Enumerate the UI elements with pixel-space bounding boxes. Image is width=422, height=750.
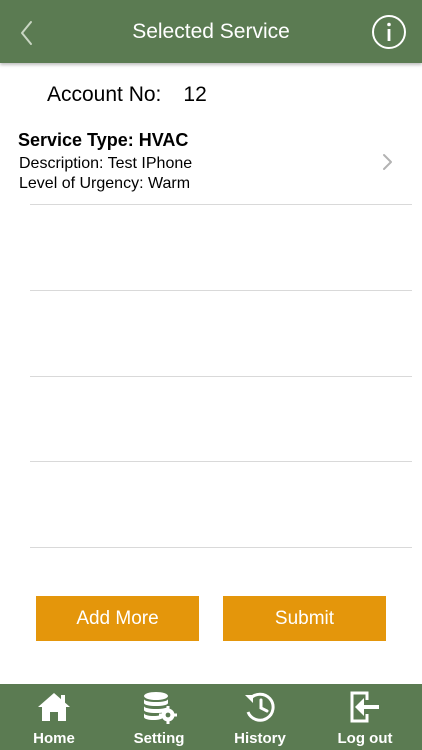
add-more-button[interactable]: Add More xyxy=(36,596,199,641)
tab-history-label: History xyxy=(234,730,286,747)
service-urgency: Level of Urgency: Warm xyxy=(19,175,191,192)
account-row: Account No: 12 xyxy=(47,83,207,107)
service-list-item[interactable]: Service Type: HVAC Description: Test IPh… xyxy=(0,118,422,204)
navigation-bar: Selected Service xyxy=(0,0,422,63)
chevron-right-icon xyxy=(383,154,392,170)
tab-logout-label: Log out xyxy=(337,730,393,747)
service-type: Service Type: HVAC xyxy=(18,130,189,150)
info-icon xyxy=(372,15,406,49)
tab-logout[interactable]: Log out xyxy=(325,684,405,750)
page-title: Selected Service xyxy=(132,20,290,43)
home-icon xyxy=(38,693,70,721)
tab-home-label: Home xyxy=(33,730,75,747)
row-separator xyxy=(30,547,412,548)
service-description: Description: Test IPhone xyxy=(19,155,193,172)
history-icon xyxy=(245,692,275,722)
row-separator xyxy=(30,290,412,291)
logout-icon xyxy=(350,691,379,723)
database-gear-icon xyxy=(144,692,177,724)
tab-history[interactable]: History xyxy=(220,684,300,750)
row-separator xyxy=(30,376,412,377)
tab-setting-label: Setting xyxy=(133,730,185,747)
info-button[interactable] xyxy=(371,14,407,50)
row-separator xyxy=(30,204,412,205)
tab-setting[interactable]: Setting xyxy=(119,684,199,750)
row-separator xyxy=(30,461,412,462)
tab-home[interactable]: Home xyxy=(14,684,94,750)
tab-bar: Home Setting History Log out xyxy=(0,684,422,750)
account-label: Account No: xyxy=(47,83,162,106)
account-number: 12 xyxy=(183,83,207,106)
submit-button[interactable]: Submit xyxy=(223,596,386,641)
